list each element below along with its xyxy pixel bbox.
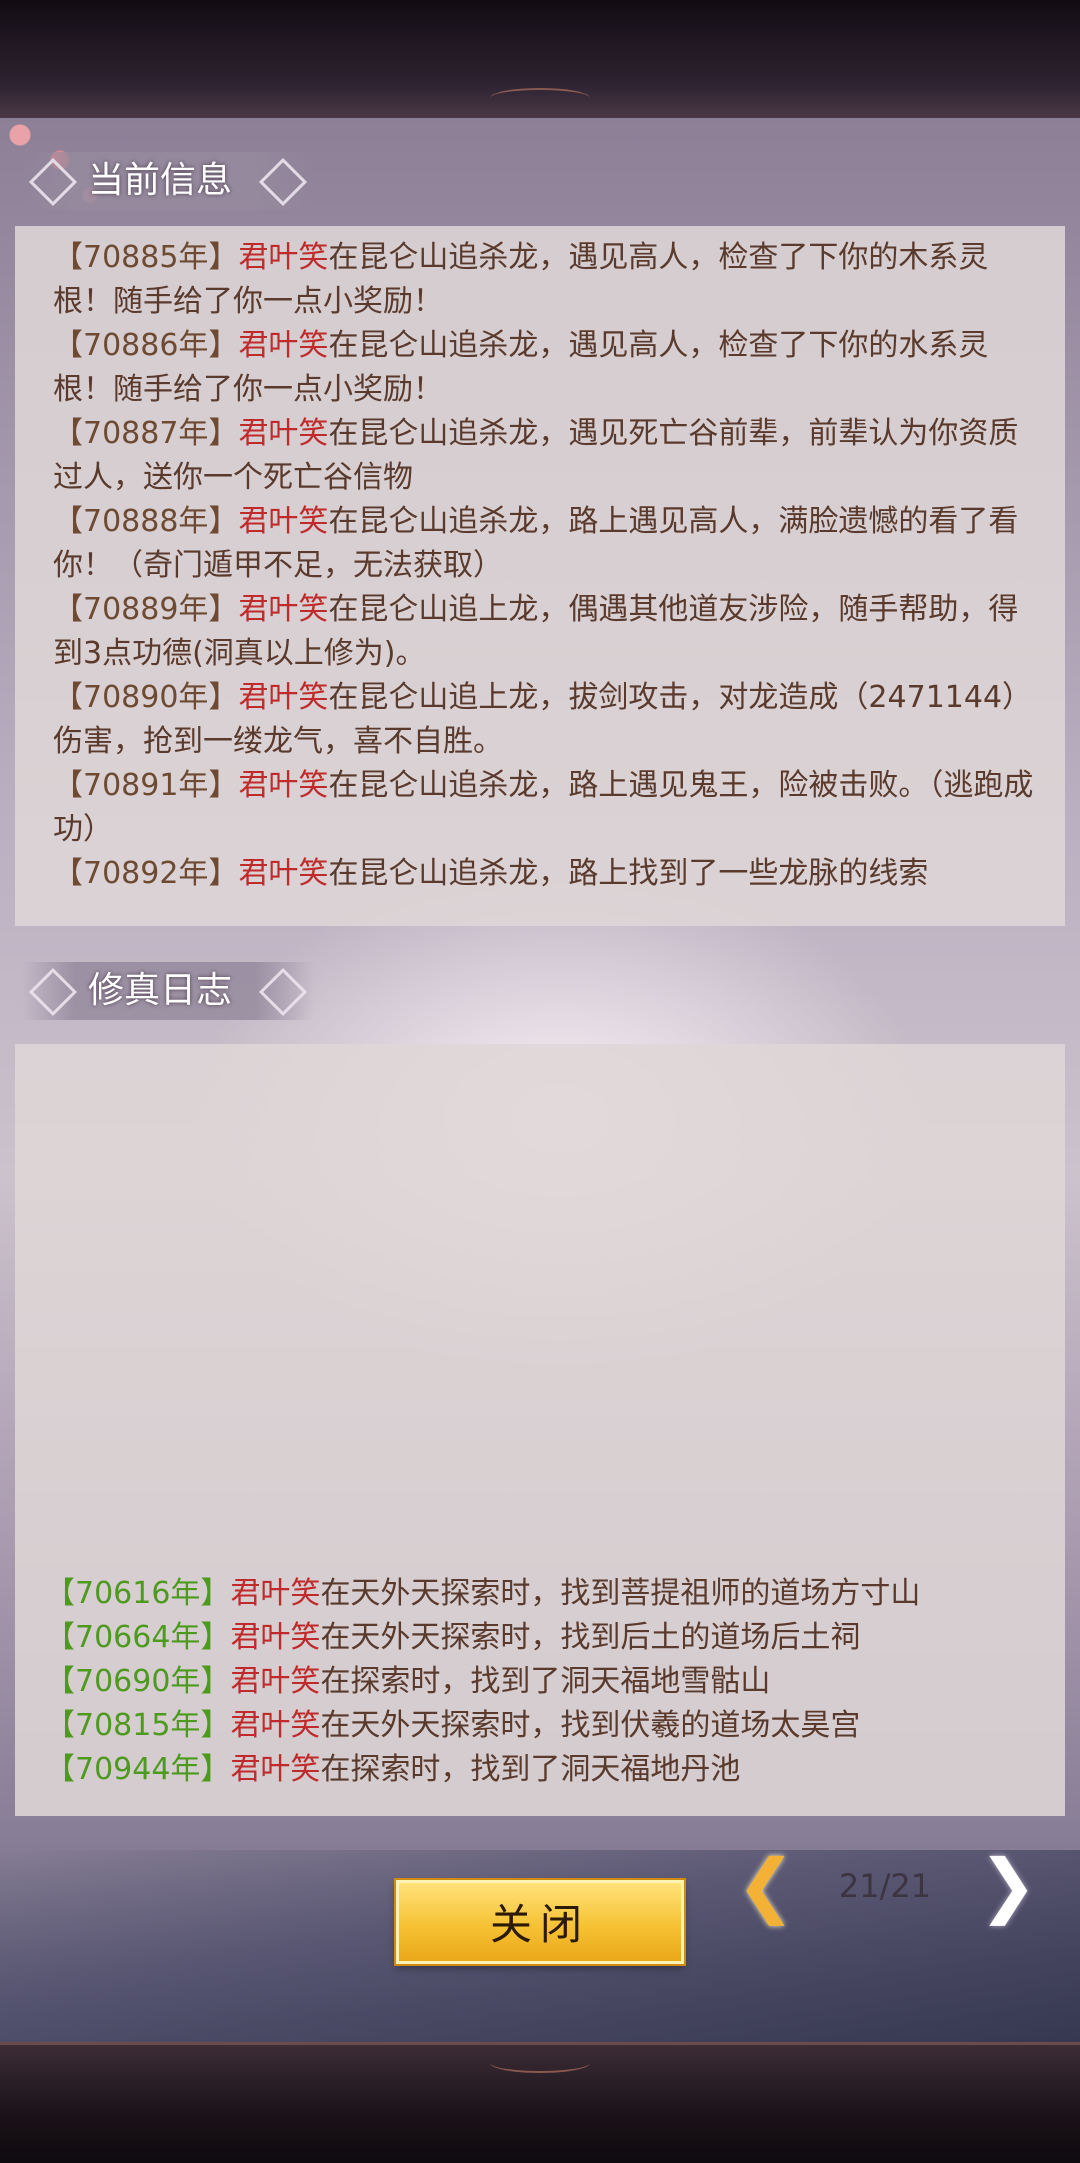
page-indicator: 21/21 [838, 1867, 932, 1905]
cultivation-log-panel[interactable]: 【70616年】君叶笑在天外天探索时，找到菩提祖师的道场方寸山 【70664年】… [15, 1044, 1065, 1816]
entry-character-name: 君叶笑 [238, 328, 329, 363]
top-ornament [490, 88, 590, 108]
entry-character-name: 君叶笑 [238, 592, 329, 627]
entry-text: 在昆仑山追杀龙，路上找到了一些龙脉的线索 [328, 856, 929, 891]
entry-character-name: 君叶笑 [230, 1708, 321, 1743]
entry-text: 在探索时，找到了洞天福地雪骷山 [320, 1664, 771, 1699]
current-info-panel[interactable]: 【70885年】君叶笑在昆仑山追杀龙，遇见高人，检查了下你的木系灵根！随手给了你… [15, 226, 1065, 926]
entry-character-name: 君叶笑 [238, 768, 329, 803]
entry-year: 【70890年】 [53, 680, 239, 715]
entry-text: 在天外天探索时，找到菩提祖师的道场方寸山 [320, 1576, 921, 1611]
close-button[interactable]: 关闭 [396, 1880, 684, 1964]
entry-year: 【70944年】 [45, 1752, 231, 1787]
entry-character-name: 君叶笑 [230, 1752, 321, 1787]
info-entry: 【70892年】君叶笑在昆仑山追杀龙，路上找到了一些龙脉的线索 [53, 852, 1035, 896]
entry-year: 【70889年】 [53, 592, 239, 627]
log-entry: 【70944年】君叶笑在探索时，找到了洞天福地丹池 [45, 1748, 1055, 1792]
entry-text: 在天外天探索时，找到后土的道场后土祠 [320, 1620, 861, 1655]
entry-character-name: 君叶笑 [238, 240, 329, 275]
current-info-title: 当前信息 [22, 152, 314, 210]
bottom-frame [0, 2042, 1080, 2163]
info-entry: 【70889年】君叶笑在昆仑山追上龙，偶遇其他道友涉险，随手帮助，得到3点功德(… [53, 588, 1035, 676]
entry-character-name: 君叶笑 [238, 416, 329, 451]
entry-year: 【70815年】 [45, 1708, 231, 1743]
current-info-list: 【70885年】君叶笑在昆仑山追杀龙，遇见高人，检查了下你的木系灵根！随手给了你… [53, 236, 1035, 896]
info-entry: 【70891年】君叶笑在昆仑山追杀龙，路上遇见鬼王，险被击败。（逃跑成功） [53, 764, 1035, 852]
entry-year: 【70891年】 [53, 768, 239, 803]
info-entry: 【70888年】君叶笑在昆仑山追杀龙，路上遇见高人，满脸遗憾的看了看你！（奇门遁… [53, 500, 1035, 588]
info-entry: 【70887年】君叶笑在昆仑山追杀龙，遇见死亡谷前辈，前辈认为你资质过人，送你一… [53, 412, 1035, 500]
entry-year: 【70887年】 [53, 416, 239, 451]
entry-text: 在天外天探索时，找到伏羲的道场太昊宫 [320, 1708, 861, 1743]
entry-character-name: 君叶笑 [230, 1576, 321, 1611]
entry-character-name: 君叶笑 [230, 1664, 321, 1699]
top-frame [0, 0, 1080, 121]
entry-character-name: 君叶笑 [238, 680, 329, 715]
entry-year: 【70886年】 [53, 328, 239, 363]
entry-character-name: 君叶笑 [238, 856, 329, 891]
info-entry: 【70890年】君叶笑在昆仑山追上龙，拔剑攻击，对龙造成（2471144）伤害，… [53, 676, 1035, 764]
entry-character-name: 君叶笑 [238, 504, 329, 539]
info-entry: 【70885年】君叶笑在昆仑山追杀龙，遇见高人，检查了下你的木系灵根！随手给了你… [53, 236, 1035, 324]
cultivation-log-list: 【70616年】君叶笑在天外天探索时，找到菩提祖师的道场方寸山 【70664年】… [45, 1572, 1055, 1792]
entry-year: 【70664年】 [45, 1620, 231, 1655]
prev-page-icon[interactable]: ❮ [736, 1850, 796, 1920]
cultivation-log-title: 修真日志 [22, 962, 314, 1020]
bottom-ornament [490, 2053, 590, 2073]
next-page-icon[interactable]: ❯ [978, 1850, 1038, 1920]
log-entry: 【70664年】君叶笑在天外天探索时，找到后土的道场后土祠 [45, 1616, 1055, 1660]
log-entry: 【70690年】君叶笑在探索时，找到了洞天福地雪骷山 [45, 1660, 1055, 1704]
entry-year: 【70885年】 [53, 240, 239, 275]
info-entry: 【70886年】君叶笑在昆仑山追杀龙，遇见高人，检查了下你的水系灵根！随手给了你… [53, 324, 1035, 412]
entry-character-name: 君叶笑 [230, 1620, 321, 1655]
entry-year: 【70892年】 [53, 856, 239, 891]
log-entry: 【70616年】君叶笑在天外天探索时，找到菩提祖师的道场方寸山 [45, 1572, 1055, 1616]
entry-year: 【70690年】 [45, 1664, 231, 1699]
entry-year: 【70888年】 [53, 504, 239, 539]
log-entry: 【70815年】君叶笑在天外天探索时，找到伏羲的道场太昊宫 [45, 1704, 1055, 1748]
entry-year: 【70616年】 [45, 1576, 231, 1611]
entry-text: 在探索时，找到了洞天福地丹池 [320, 1752, 741, 1787]
